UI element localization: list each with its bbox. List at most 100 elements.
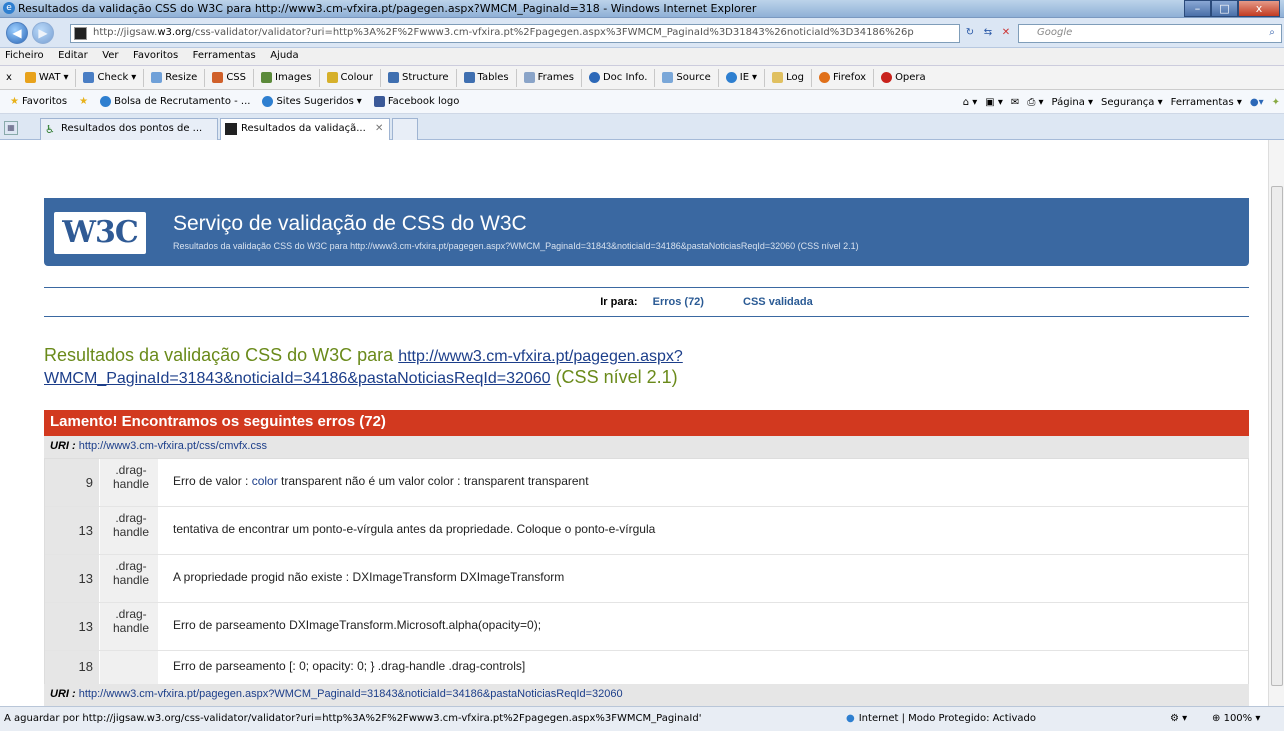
ie-button[interactable]: IE ▾ <box>719 68 766 87</box>
tools-menu[interactable]: Ferramentas ▾ <box>1171 97 1242 108</box>
close-toolbar-icon[interactable]: x <box>4 69 18 87</box>
new-tab-button[interactable] <box>392 118 418 140</box>
quick-tabs-icon[interactable]: ▦ <box>4 121 18 135</box>
fav-sites-sugeridos[interactable]: Sites Sugeridos ▾ <box>256 96 367 107</box>
minimize-button[interactable]: – <box>1184 0 1211 17</box>
security-menu[interactable]: Segurança ▾ <box>1101 97 1163 108</box>
search-input[interactable]: Google <box>1018 24 1282 43</box>
wat-icon <box>24 72 36 83</box>
docinfo-button[interactable]: Doc Info. <box>582 68 656 87</box>
feeds-icon[interactable]: ▣ ▾ <box>985 97 1003 108</box>
tables-icon <box>463 72 475 83</box>
w3c-logo[interactable]: W3C <box>54 212 146 254</box>
w3c-favicon-icon <box>74 27 87 40</box>
url-prefix: http://jigsaw. <box>93 27 158 38</box>
facebook-icon <box>373 96 385 107</box>
check-button[interactable]: Check ▾ <box>76 68 145 87</box>
tables-button[interactable]: Tables <box>457 68 517 87</box>
structure-icon <box>387 72 399 83</box>
table-row: 13 .drag-handle Erro de parseamento DXIm… <box>45 603 1248 651</box>
star-icon: ★ <box>10 96 19 107</box>
protected-mode-icon[interactable]: ⚙ ▾ <box>1170 713 1187 724</box>
compat-view-icon[interactable]: ⇆ <box>980 25 996 41</box>
opera-button[interactable]: Opera <box>874 69 933 87</box>
source-button[interactable]: Source <box>655 68 719 87</box>
uri-link[interactable]: http://www3.cm-vfxira.pt/css/cmvfx.css <box>79 440 267 452</box>
page-menu[interactable]: Página ▾ <box>1052 97 1094 108</box>
table-row: 9 .drag-handle Erro de valor : color tra… <box>45 459 1248 507</box>
favorites-button[interactable]: ★ Favoritos <box>4 96 73 107</box>
ie-page-icon <box>100 96 112 107</box>
addon-icon[interactable]: ✦ <box>1272 97 1280 108</box>
window-controls: – □ x <box>1184 0 1280 17</box>
errors-table: 9 .drag-handle Erro de valor : color tra… <box>44 458 1249 688</box>
line-number: 13 <box>45 555 99 602</box>
vertical-scrollbar[interactable] <box>1268 140 1284 706</box>
url-path: /css-validator/validator?uri=http%3A%2F%… <box>191 27 914 38</box>
menu-ver[interactable]: Ver <box>97 48 124 61</box>
forward-button[interactable]: ▶ <box>32 22 54 44</box>
error-message: tentativa de encontrar um ponto-e-vírgul… <box>173 522 656 536</box>
add-favorite-icon[interactable]: ★ <box>73 96 94 107</box>
results-title: Resultados da validação CSS do W3C para … <box>44 345 683 387</box>
line-number: 9 <box>45 459 99 506</box>
menu-ferramentas[interactable]: Ferramentas <box>188 48 262 61</box>
status-text: A aguardar por http://jigsaw.w3.org/css-… <box>4 713 702 724</box>
jump-nav: Ir para: Erros (72) CSS validada <box>44 287 1249 317</box>
maximize-button[interactable]: □ <box>1211 0 1238 17</box>
fav-bolsa[interactable]: Bolsa de Recrutamento - ... <box>94 96 256 107</box>
colour-button[interactable]: Colour <box>320 68 381 87</box>
log-button[interactable]: Log <box>765 68 812 87</box>
status-bar: A aguardar por http://jigsaw.w3.org/css-… <box>0 706 1284 731</box>
search-icon[interactable]: ⌕ <box>1264 25 1280 41</box>
menu-ficheiro[interactable]: Ficheiro <box>0 48 50 61</box>
frames-button[interactable]: Frames <box>517 68 582 87</box>
menu-ajuda[interactable]: Ajuda <box>265 48 304 61</box>
url-host: w3.org <box>157 27 192 38</box>
help-icon[interactable]: ●▾ <box>1250 97 1264 108</box>
property-link[interactable]: color <box>252 474 278 488</box>
frames-icon <box>523 72 535 83</box>
jump-errors-link[interactable]: Erros (72) <box>653 296 704 308</box>
tab-validacao[interactable]: Resultados da validaçã... ✕ <box>220 118 390 141</box>
uri-link[interactable]: http://www3.cm-vfxira.pt/pagegen.aspx?WM… <box>79 688 623 700</box>
ie-icon <box>725 72 737 83</box>
home-icon[interactable]: ⌂ ▾ <box>963 97 978 108</box>
print-icon[interactable]: ⎙ ▾ <box>1027 97 1043 108</box>
back-button[interactable]: ◀ <box>6 22 28 44</box>
check-icon <box>83 72 95 83</box>
tab-close-icon[interactable]: ✕ <box>375 123 383 134</box>
tab-pontos[interactable]: ♿ Resultados dos pontos de ... <box>40 118 218 140</box>
scroll-thumb[interactable] <box>1271 186 1283 686</box>
zoom-control[interactable]: ⊕ 100% ▾ <box>1212 713 1260 724</box>
images-button[interactable]: Images <box>254 68 320 87</box>
images-icon <box>261 72 272 83</box>
wat-button[interactable]: WAT ▾ <box>18 68 77 87</box>
menu-favoritos[interactable]: Favoritos <box>128 48 184 61</box>
url-field[interactable]: http://jigsaw.w3.org/css-validator/valid… <box>70 24 960 43</box>
error-message: Erro de parseamento [: 0; opacity: 0; } … <box>173 659 526 673</box>
structure-button[interactable]: Structure <box>381 68 457 87</box>
menu-editar[interactable]: Editar <box>53 48 94 61</box>
refresh-icon[interactable]: ↻ <box>962 25 978 41</box>
wat-toolbar: x WAT ▾ Check ▾ Resize CSS Images Colour… <box>0 66 1284 90</box>
errors-header: Lamento! Encontramos os seguintes erros … <box>44 410 1249 436</box>
css-button[interactable]: CSS <box>205 68 254 87</box>
stop-icon[interactable]: ✕ <box>998 25 1014 41</box>
fav-facebook[interactable]: Facebook logo <box>368 96 466 107</box>
w3c-favicon-icon <box>225 123 237 135</box>
mail-icon[interactable]: ✉ <box>1011 97 1019 108</box>
close-button[interactable]: x <box>1238 0 1280 17</box>
context-cell: .drag-handle <box>100 555 158 602</box>
source-icon <box>662 72 674 83</box>
table-row: 13 .drag-handle tentativa de encontrar u… <box>45 507 1248 555</box>
opera-icon <box>881 72 893 83</box>
resize-icon <box>151 72 163 83</box>
firefox-button[interactable]: Firefox <box>812 68 875 87</box>
uri-row: URI : http://www3.cm-vfxira.pt/css/cmvfx… <box>44 436 1249 458</box>
table-row: 18 Erro de parseamento [: 0; opacity: 0;… <box>45 651 1248 687</box>
jump-valid-link[interactable]: CSS validada <box>743 296 813 308</box>
resize-button[interactable]: Resize <box>144 68 206 87</box>
table-row: 13 .drag-handle A propriedade progid não… <box>45 555 1248 603</box>
security-zone[interactable]: ● Internet | Modo Protegido: Activado <box>846 713 1036 724</box>
